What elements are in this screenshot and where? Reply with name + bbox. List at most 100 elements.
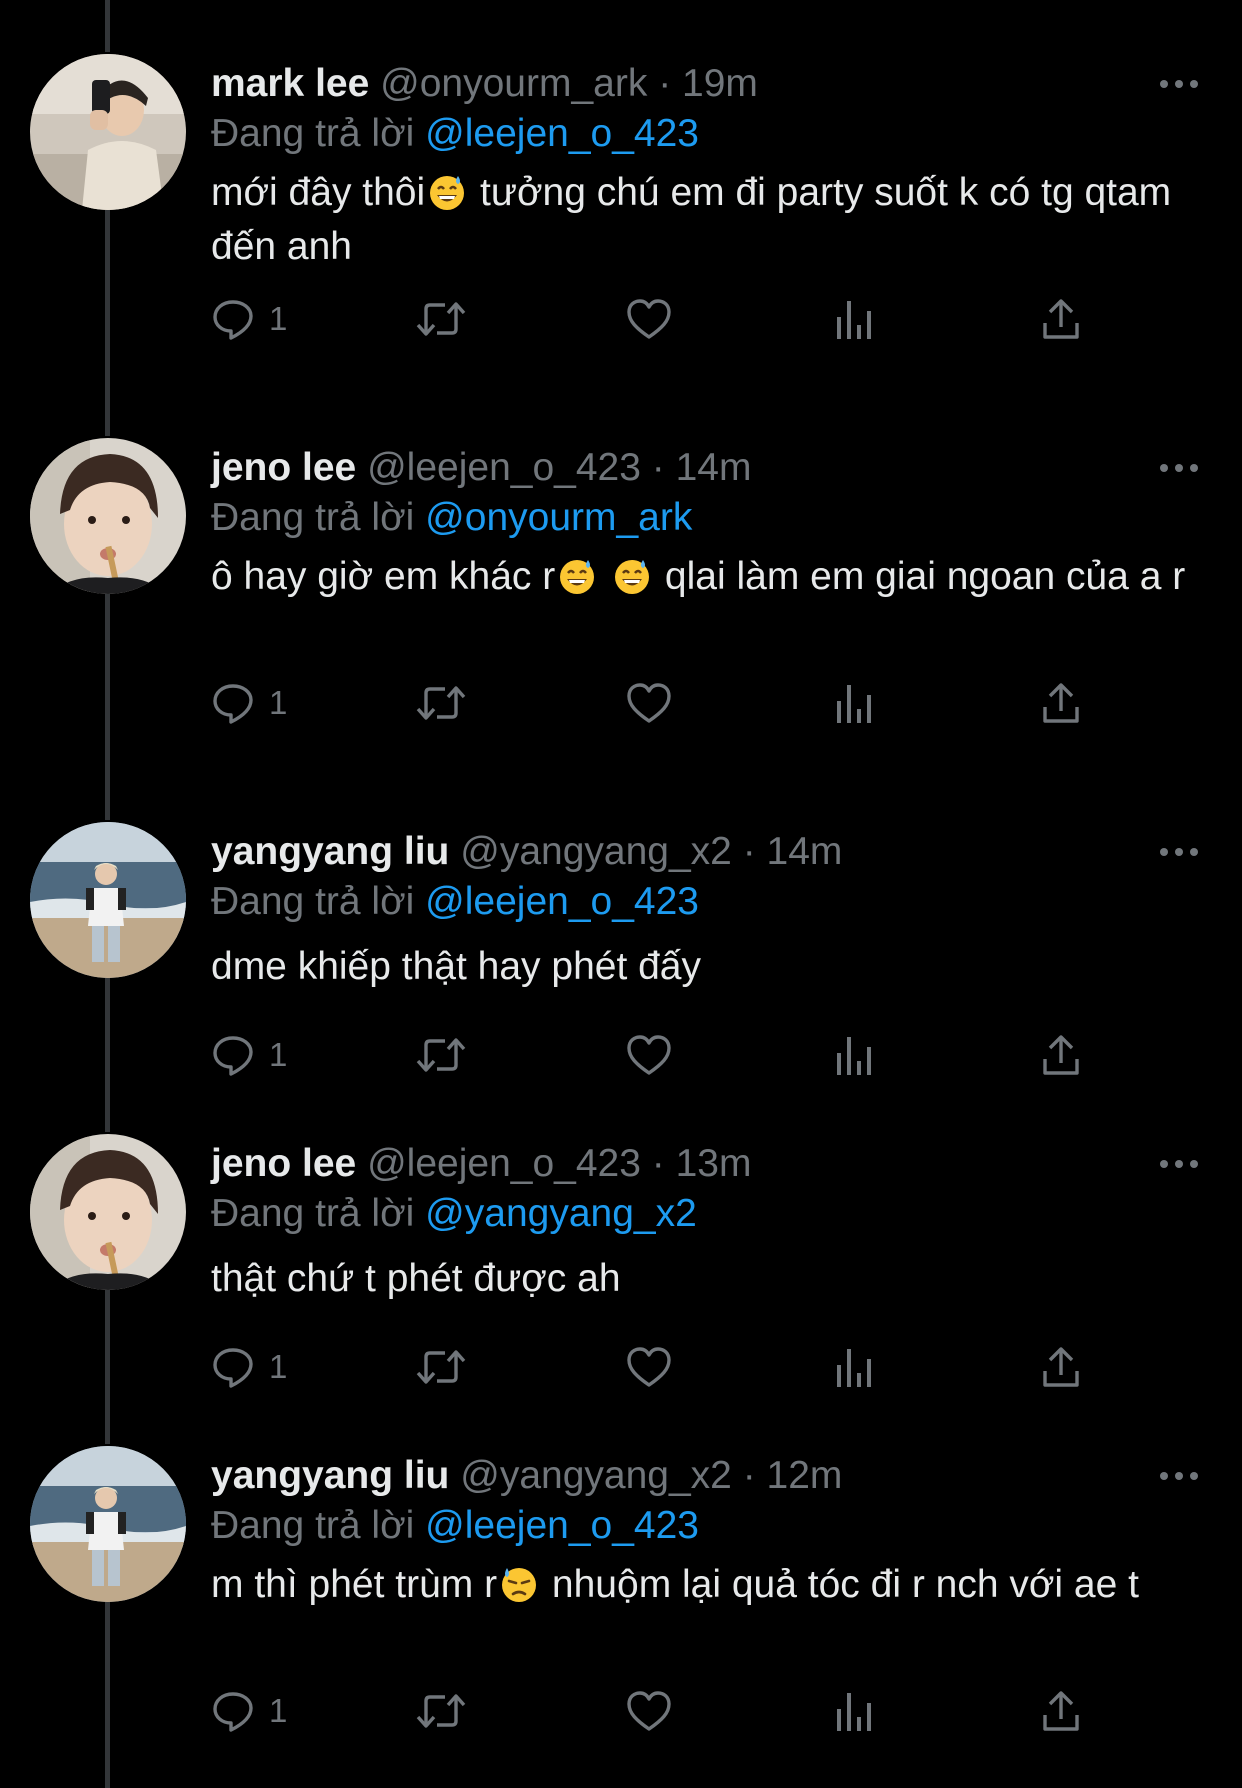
tweet[interactable]: yangyang liu @yangyang_x2 · 12m Đang trả…	[0, 1446, 1242, 1788]
views-button[interactable]	[835, 1342, 875, 1392]
user-handle[interactable]: @yangyang_x2	[460, 1454, 732, 1497]
views-button[interactable]	[835, 678, 875, 728]
like-button[interactable]	[626, 1030, 672, 1080]
bar-chart-icon	[837, 1693, 871, 1731]
replying-to: Đang trả lời @onyourm_ark	[211, 490, 692, 546]
reply-count: 1	[269, 684, 288, 721]
heart-icon	[627, 1691, 671, 1731]
timestamp[interactable]: 19m	[682, 62, 758, 105]
user-handle[interactable]: @onyourm_ark	[380, 62, 647, 105]
speech-bubble-icon	[213, 1036, 253, 1076]
replying-to-handle[interactable]: @leejen_o_423	[425, 112, 699, 155]
grinning-face-with-sweat-emoji	[615, 560, 650, 594]
tweet-text: mới đây thôi tưởng chú em đi party suốt …	[211, 166, 1201, 274]
tweet-header: jeno lee @leejen_o_423 · 14m	[211, 438, 751, 498]
display-name[interactable]: mark lee	[211, 62, 369, 105]
retweet-button[interactable]	[415, 1030, 467, 1080]
retweet-icon	[416, 1038, 466, 1072]
tweet-actions: 1	[211, 1342, 1111, 1392]
avatar[interactable]	[30, 822, 186, 978]
replying-to: Đang trả lời @leejen_o_423	[211, 874, 699, 930]
tweet[interactable]: mark lee @onyourm_ark · 19m Đang trả lời…	[0, 54, 1242, 394]
replying-to-handle[interactable]: @yangyang_x2	[425, 1192, 697, 1235]
tweet-text-part	[599, 555, 610, 598]
tweet-text: ô hay giờ em khác r qlai làm em giai ngo…	[211, 550, 1201, 604]
separator-dot: ·	[658, 62, 672, 105]
display-name[interactable]: yangyang liu	[211, 1454, 449, 1497]
speech-bubble-icon	[213, 1692, 253, 1732]
like-button[interactable]	[626, 678, 672, 728]
replying-to-handle[interactable]: @leejen_o_423	[425, 880, 699, 923]
retweet-icon	[416, 302, 466, 336]
display-name[interactable]: yangyang liu	[211, 830, 449, 873]
replying-to-handle[interactable]: @leejen_o_423	[425, 1504, 699, 1547]
avatar[interactable]	[30, 1446, 186, 1602]
tweet-text-part: m thì phét trùm r	[211, 1563, 498, 1606]
reply-count: 1	[269, 300, 288, 337]
more-dots-icon[interactable]	[1158, 1468, 1200, 1484]
share-upload-icon	[1043, 1347, 1079, 1387]
tweet-header: mark lee @onyourm_ark · 19m	[211, 54, 758, 114]
separator-dot: ·	[742, 1454, 756, 1497]
user-handle[interactable]: @leejen_o_423	[367, 446, 641, 489]
share-button[interactable]	[1041, 678, 1081, 728]
tweet-header: yangyang liu @yangyang_x2 · 12m	[211, 1446, 842, 1506]
avatar[interactable]	[30, 1134, 186, 1290]
separator-dot: ·	[742, 830, 756, 873]
retweet-button[interactable]	[415, 678, 467, 728]
like-button[interactable]	[626, 1686, 672, 1736]
reply-button[interactable]: 1	[211, 678, 287, 728]
replying-prefix: Đang trả lời	[211, 1192, 415, 1235]
tweet-text-part: qlai làm em giai ngoan của a r	[654, 555, 1186, 598]
more-dots-icon[interactable]	[1158, 76, 1200, 92]
replying-to: Đang trả lời @leejen_o_423	[211, 1498, 699, 1554]
tweet-header: yangyang liu @yangyang_x2 · 14m	[211, 822, 842, 882]
tweet-text-part: nhuộm lại quả tóc đi r nch với ae t	[541, 1563, 1139, 1606]
tweet-actions: 1	[211, 1030, 1111, 1080]
share-upload-icon	[1043, 683, 1079, 723]
views-button[interactable]	[835, 1686, 875, 1736]
reply-button[interactable]: 1	[211, 1342, 287, 1392]
tweet-text: m thì phét trùm r nhuộm lại quả tóc đi r…	[211, 1558, 1201, 1612]
avatar[interactable]	[30, 438, 186, 594]
replying-prefix: Đang trả lời	[211, 112, 415, 155]
retweet-button[interactable]	[415, 294, 467, 344]
replying-to: Đang trả lời @yangyang_x2	[211, 1186, 697, 1242]
retweet-icon	[416, 1694, 466, 1728]
share-button[interactable]	[1041, 294, 1081, 344]
like-button[interactable]	[626, 294, 672, 344]
like-button[interactable]	[626, 1342, 672, 1392]
reply-button[interactable]: 1	[211, 1686, 287, 1736]
user-handle[interactable]: @yangyang_x2	[460, 830, 732, 873]
more-dots-icon[interactable]	[1158, 1156, 1200, 1172]
retweet-button[interactable]	[415, 1342, 467, 1392]
tweet[interactable]: jeno lee @leejen_o_423 · 14m Đang trả lờ…	[0, 438, 1242, 778]
reply-button[interactable]: 1	[211, 294, 287, 344]
user-handle[interactable]: @leejen_o_423	[367, 1142, 641, 1185]
more-dots-icon[interactable]	[1158, 460, 1200, 476]
retweet-button[interactable]	[415, 1686, 467, 1736]
display-name[interactable]: jeno lee	[211, 1142, 356, 1185]
share-button[interactable]	[1041, 1686, 1081, 1736]
timestamp[interactable]: 13m	[676, 1142, 752, 1185]
timestamp[interactable]: 14m	[676, 446, 752, 489]
share-button[interactable]	[1041, 1342, 1081, 1392]
more-dots-icon[interactable]	[1158, 844, 1200, 860]
replying-prefix: Đang trả lời	[211, 880, 415, 923]
tweet[interactable]: yangyang liu @yangyang_x2 · 14m Đang trả…	[0, 822, 1242, 1122]
speech-bubble-icon	[213, 1348, 253, 1388]
timestamp[interactable]: 14m	[767, 830, 843, 873]
avatar[interactable]	[30, 54, 186, 210]
share-button[interactable]	[1041, 1030, 1081, 1080]
separator-dot: ·	[651, 446, 665, 489]
timestamp[interactable]: 12m	[767, 1454, 843, 1497]
reply-button[interactable]: 1	[211, 1030, 287, 1080]
display-name[interactable]: jeno lee	[211, 446, 356, 489]
replying-to-handle[interactable]: @onyourm_ark	[425, 496, 692, 539]
views-button[interactable]	[835, 1030, 875, 1080]
replying-prefix: Đang trả lời	[211, 496, 415, 539]
heart-icon	[627, 1347, 671, 1387]
tweet[interactable]: jeno lee @leejen_o_423 · 13m Đang trả lờ…	[0, 1134, 1242, 1434]
views-button[interactable]	[835, 294, 875, 344]
retweet-icon	[416, 1350, 466, 1384]
